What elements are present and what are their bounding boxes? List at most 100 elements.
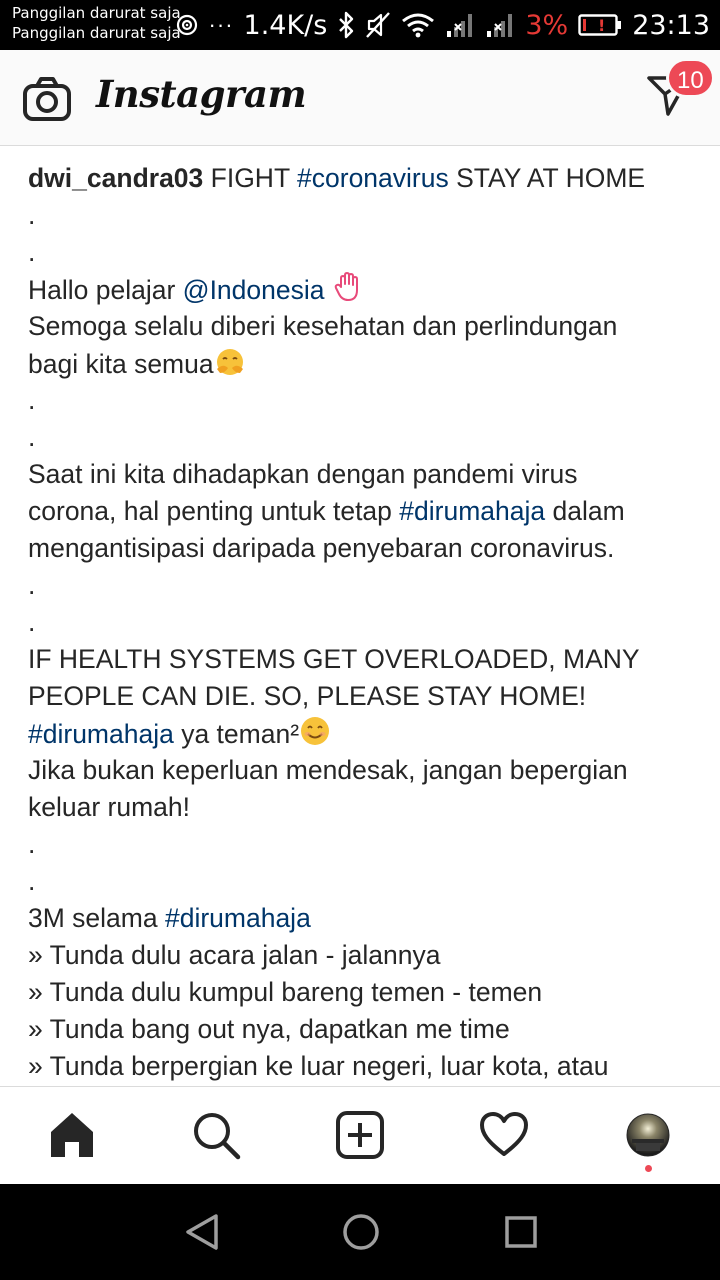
- caption-line: 3M selama #dirumahaja: [28, 900, 698, 937]
- caption-line: » Tunda berpergian ke luar negeri, luar …: [28, 1048, 698, 1085]
- carrier-line-1: Panggilan darurat saja: [12, 4, 181, 22]
- nav-profile-button[interactable]: [622, 1109, 674, 1161]
- nav-new-post-button[interactable]: [334, 1109, 386, 1161]
- battery-low-icon: !: [578, 13, 622, 37]
- caption-text: Semoga selalu diberi kesehatan dan perli…: [28, 311, 618, 341]
- caption-line: mengantisipasi daripada penyebaran coron…: [28, 530, 698, 567]
- caption-text: bagi kita semua: [28, 349, 214, 379]
- caption-text: dalam: [545, 496, 625, 526]
- caption-text: IF HEALTH SYSTEMS GET OVERLOADED, MANY: [28, 644, 640, 674]
- carrier-line-2: Panggilan darurat saja: [12, 24, 181, 42]
- signal-icon-2: [485, 11, 515, 39]
- hashtag-link[interactable]: #coronavirus: [297, 163, 449, 193]
- carrier-info: Panggilan darurat saja Panggilan darurat…: [12, 3, 181, 43]
- battery-percent: 3%: [525, 9, 569, 41]
- caption-text: .: [28, 422, 36, 452]
- silent-mode-icon: [365, 11, 391, 39]
- caption-line: dwi_candra03 FIGHT #coronavirus STAY AT …: [28, 160, 698, 197]
- smiling-face-emoji: [299, 715, 331, 757]
- caption-line: .: [28, 604, 698, 641]
- caption-line: .: [28, 863, 698, 900]
- caption-text: Saat ini kita dihadapkan dengan pandemi …: [28, 459, 578, 489]
- svg-text:!: !: [598, 16, 605, 35]
- caption-line: .: [28, 826, 698, 863]
- android-recents-button[interactable]: [501, 1212, 541, 1252]
- caption-line: .: [28, 234, 698, 271]
- caption-text: .: [28, 829, 36, 859]
- caption-line: Saat ini kita dihadapkan dengan pandemi …: [28, 456, 698, 493]
- activity-heart-icon: [480, 1112, 528, 1156]
- caption-line: PEOPLE CAN DIE. SO, PLEASE STAY HOME!: [28, 678, 698, 715]
- home-icon: [51, 1113, 93, 1157]
- caption-line: corona, hal penting untuk tetap #dirumah…: [28, 493, 698, 530]
- nav-activity-button[interactable]: [478, 1109, 530, 1161]
- caption-text: .: [28, 570, 36, 600]
- caption-text: 3M selama: [28, 903, 165, 933]
- caption-line: .: [28, 197, 698, 234]
- caption-line: » Tunda bang out nya, dapatkan me time: [28, 1011, 698, 1048]
- bluetooth-icon: [337, 11, 355, 39]
- hugging-face-emoji: [214, 345, 246, 387]
- caption-line: Jika bukan keperluan mendesak, jangan be…: [28, 752, 698, 789]
- new-post-icon: [336, 1111, 384, 1159]
- caption-text: .: [28, 200, 36, 230]
- camera-button[interactable]: [22, 76, 72, 122]
- recents-icon: [505, 1216, 537, 1248]
- profile-notification-dot: [645, 1165, 652, 1172]
- caption-text: mengantisipasi daripada penyebaran coron…: [28, 533, 615, 563]
- caption-line: » Tunda dulu acara jalan - jalannya: [28, 937, 698, 974]
- caption-line: .: [28, 567, 698, 604]
- mention-link[interactable]: @Indonesia: [183, 275, 325, 305]
- caption-text: corona, hal penting untuk tetap: [28, 496, 400, 526]
- back-icon: [186, 1214, 218, 1250]
- caption-text: » Tunda dulu kumpul bareng temen - temen: [28, 977, 543, 1007]
- instagram-logo: Instagram: [96, 72, 307, 116]
- android-back-button[interactable]: [182, 1212, 222, 1252]
- caption-text: .: [28, 607, 36, 637]
- caption-line: .: [28, 419, 698, 456]
- wifi-icon: [401, 12, 435, 38]
- android-nav-bar: [0, 1184, 720, 1280]
- caption-line: IF HEALTH SYSTEMS GET OVERLOADED, MANY: [28, 641, 698, 678]
- caption-text: STAY AT HOME: [448, 163, 646, 193]
- profile-avatar: [626, 1113, 670, 1157]
- hotspot-icon: [175, 13, 199, 37]
- caption-username[interactable]: dwi_candra03: [28, 163, 203, 193]
- caption-line: keluar rumah!: [28, 789, 698, 826]
- caption-line: bagi kita semua: [28, 345, 698, 382]
- android-home-button[interactable]: [341, 1212, 381, 1252]
- dm-badge: 10: [666, 58, 715, 98]
- caption-text: PEOPLE CAN DIE. SO, PLEASE STAY HOME!: [28, 681, 587, 711]
- status-icons: ··· 1.4K/s 3% ! 23:13: [175, 0, 710, 50]
- post-caption: dwi_candra03 FIGHT #coronavirus STAY AT …: [28, 160, 698, 1086]
- signal-icon: [445, 11, 475, 39]
- more-notifications-icon: ···: [208, 12, 234, 37]
- bottom-nav: [0, 1086, 720, 1184]
- camera-icon: [23, 77, 71, 121]
- caption-line: Hallo pelajar @Indonesia: [28, 271, 698, 308]
- caption-text: Jika bukan keperluan mendesak, jangan be…: [28, 755, 628, 785]
- hashtag-link[interactable]: #dirumahaja: [399, 496, 545, 526]
- status-bar: Panggilan darurat saja Panggilan darurat…: [0, 0, 720, 50]
- clock: 23:13: [632, 9, 710, 41]
- caption-line: #dirumahaja ya teman²: [28, 715, 698, 752]
- caption-text: » Tunda dulu acara jalan - jalannya: [28, 940, 441, 970]
- caption-line: Semoga selalu diberi kesehatan dan perli…: [28, 308, 698, 345]
- caption-text: .: [28, 866, 36, 896]
- caption-text: FIGHT: [203, 163, 298, 193]
- caption-text: » Tunda berpergian ke luar negeri, luar …: [28, 1051, 609, 1081]
- waving-hand-emoji: [332, 271, 364, 313]
- caption-text: ya teman²: [173, 719, 300, 749]
- caption-text: [325, 275, 332, 305]
- nav-search-button[interactable]: [190, 1109, 242, 1161]
- search-icon: [194, 1113, 241, 1160]
- network-speed: 1.4K/s: [243, 9, 328, 41]
- nav-home-button[interactable]: [46, 1109, 98, 1161]
- hashtag-link[interactable]: #dirumahaja: [28, 719, 174, 749]
- home-circle-icon: [343, 1214, 379, 1250]
- caption-text: keluar rumah!: [28, 792, 191, 822]
- caption-text: .: [28, 385, 36, 415]
- caption-text: » Tunda bang out nya, dapatkan me time: [28, 1014, 510, 1044]
- hashtag-link[interactable]: #dirumahaja: [165, 903, 311, 933]
- caption-line: » Tunda dulu kumpul bareng temen - temen: [28, 974, 698, 1011]
